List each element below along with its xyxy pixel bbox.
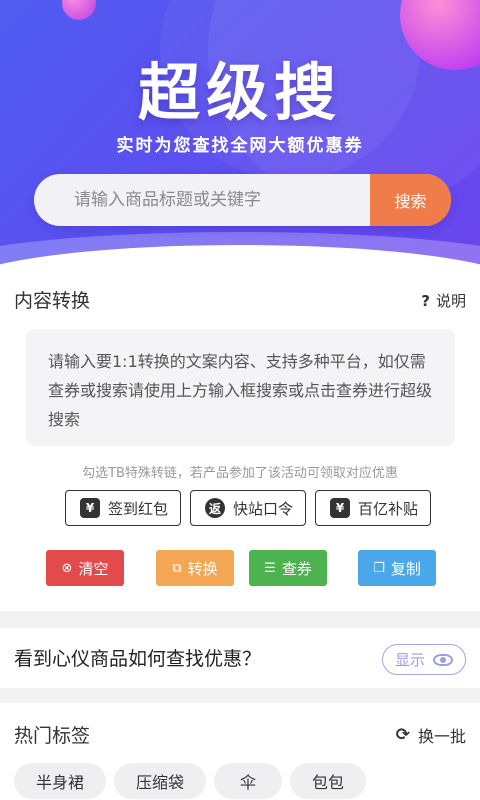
tag-item[interactable]: 半身裙 bbox=[14, 763, 106, 799]
question-icon: ? bbox=[421, 291, 430, 310]
button-label: 复制 bbox=[390, 559, 421, 578]
eye-icon bbox=[433, 653, 453, 666]
content-convert-card: 内容转换 ? 说明 请输入要1:1转换的文案内容、支持多种平台，如仅需查券或搜索… bbox=[0, 268, 480, 611]
option-label: 签到红包 bbox=[108, 499, 169, 518]
convert-button[interactable]: ⧉ 转换 bbox=[156, 550, 234, 586]
clear-button[interactable]: ⊗ 清空 bbox=[46, 550, 124, 586]
copy-icon: ❐ bbox=[373, 560, 385, 576]
special-link-hint: 勾选TB特殊转链，若产品参加了该活动可领取对应优惠 bbox=[82, 466, 398, 481]
help-label: 说明 bbox=[435, 292, 466, 310]
convert-icon: ⧉ bbox=[172, 560, 182, 576]
refresh-button[interactable]: ⟳ 换一批 bbox=[396, 723, 466, 747]
copy-button[interactable]: ❐ 复制 bbox=[358, 550, 436, 586]
button-label: 清空 bbox=[78, 559, 109, 578]
tag-list: 半身裙 压缩袋 伞 包包 bbox=[14, 763, 366, 799]
refresh-icon: ⟳ bbox=[395, 725, 410, 745]
search-button[interactable]: 搜索 bbox=[370, 174, 451, 226]
guide-question: 看到心仪商品如何查找优惠？ bbox=[14, 648, 262, 670]
button-label: 转换 bbox=[187, 559, 218, 578]
option-label: 百亿补贴 bbox=[358, 499, 419, 518]
action-buttons: ⊗ 清空 ⧉ 转换 ☰ 查券 ❐ 复制 bbox=[46, 550, 436, 586]
button-label: 查券 bbox=[281, 559, 312, 578]
tag-item[interactable]: 包包 bbox=[290, 763, 366, 799]
search-input[interactable] bbox=[34, 174, 370, 226]
section-title: 热门标签 bbox=[14, 725, 91, 747]
red-envelope-icon: ¥ bbox=[80, 498, 100, 518]
option-sign-red-envelope[interactable]: ¥ 签到红包 bbox=[65, 490, 182, 526]
refresh-label: 换一批 bbox=[417, 727, 466, 746]
decorative-bubble bbox=[62, 0, 96, 20]
help-link[interactable]: ? 说明 bbox=[421, 290, 466, 311]
section-title: 内容转换 bbox=[14, 290, 91, 312]
option-quick-station-code[interactable]: 返 快站口令 bbox=[190, 490, 307, 526]
tag-item[interactable]: 压缩袋 bbox=[114, 763, 206, 799]
option-label: 快站口令 bbox=[233, 499, 294, 518]
option-billion-subsidy[interactable]: ¥ 百亿补贴 bbox=[315, 490, 432, 526]
special-link-options: ¥ 签到红包 返 快站口令 ¥ 百亿补贴 bbox=[65, 490, 432, 526]
query-coupon-button[interactable]: ☰ 查券 bbox=[249, 550, 327, 586]
page-title: 超级搜 bbox=[137, 56, 342, 129]
subsidy-icon: ¥ bbox=[330, 498, 351, 518]
search-doc-icon: ☰ bbox=[264, 560, 276, 576]
guide-card: 看到心仪商品如何查找优惠？ 显示 bbox=[0, 628, 480, 688]
show-label: 显示 bbox=[394, 651, 425, 669]
hero-banner: 超级搜 实时为您查找全网大额优惠券 搜索 bbox=[0, 0, 480, 275]
show-button[interactable]: 显示 bbox=[382, 644, 466, 675]
hot-tags-card: 热门标签 ⟳ 换一批 半身裙 压缩袋 伞 包包 bbox=[0, 703, 480, 800]
tag-item[interactable]: 伞 bbox=[214, 763, 282, 799]
return-icon: 返 bbox=[205, 498, 226, 518]
content-textarea[interactable]: 请输入要1:1转换的文案内容、支持多种平台，如仅需查券或搜索请使用上方输入框搜索… bbox=[26, 329, 455, 446]
close-circle-icon: ⊗ bbox=[61, 560, 73, 576]
page-subtitle: 实时为您查找全网大额优惠券 bbox=[116, 136, 364, 156]
search-bar: 搜索 bbox=[34, 174, 451, 226]
